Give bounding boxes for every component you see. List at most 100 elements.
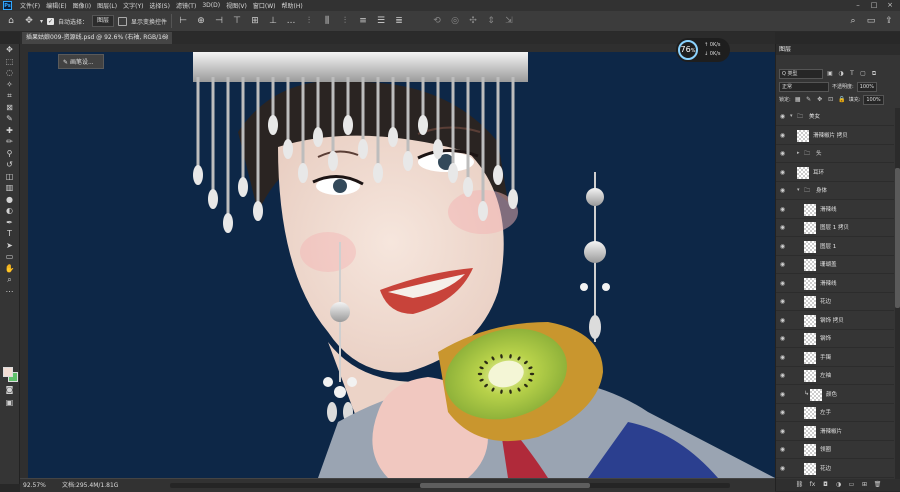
visibility-eye-icon[interactable]: ◉	[779, 391, 786, 398]
layer-name[interactable]: 珊瑚盖	[820, 256, 837, 274]
layer-row[interactable]: ◉ 领圈	[776, 441, 894, 459]
magic-wand-tool-icon[interactable]: ✧	[0, 79, 19, 91]
visibility-eye-icon[interactable]: ◉	[779, 317, 786, 324]
delete-layer-icon[interactable]: 🗑	[874, 481, 882, 489]
foreground-color-swatch[interactable]	[3, 367, 13, 377]
layer-thumbnail[interactable]	[797, 129, 809, 142]
layer-name[interactable]: 美女	[809, 108, 820, 126]
layer-style-icon[interactable]: fx	[809, 481, 817, 489]
quick-mask-icon[interactable]: ◙	[0, 384, 19, 396]
close-tab-icon[interactable]: ×	[164, 32, 169, 44]
layer-group-row[interactable]: ◉ ▸ 🗀 头	[776, 145, 894, 163]
layer-thumbnail[interactable]	[804, 314, 816, 327]
workspace-icon[interactable]: ▭	[864, 14, 878, 28]
align-left-icon[interactable]: ⊢	[176, 14, 190, 28]
type-tool-icon[interactable]: T	[0, 228, 19, 240]
visibility-eye-icon[interactable]: ◉	[779, 372, 786, 379]
show-transform-checkbox[interactable]	[118, 16, 128, 26]
menu-file[interactable]: 文件(F)	[17, 1, 43, 10]
healing-brush-tool-icon[interactable]: ✚	[0, 125, 19, 137]
layer-row[interactable]: ◉ 滑辣椒片 拷贝	[776, 127, 894, 145]
marquee-tool-icon[interactable]: ⬚	[0, 56, 19, 68]
auto-select-dropdown[interactable]: 图层	[92, 15, 115, 27]
visibility-eye-icon[interactable]: ◉	[779, 465, 786, 472]
visibility-eye-icon[interactable]: ◉	[779, 187, 786, 194]
visibility-eye-icon[interactable]: ◉	[779, 150, 786, 157]
distribute-left-icon[interactable]: ⫶	[302, 14, 316, 28]
blend-mode-select[interactable]: 正常	[779, 81, 829, 92]
layer-name[interactable]: 图层 1 拷贝	[820, 219, 849, 237]
home-icon[interactable]: ⌂	[4, 14, 18, 28]
3d-scale-icon[interactable]: ⇲	[502, 14, 516, 28]
lock-all-icon[interactable]: 🔒	[838, 96, 846, 104]
visibility-eye-icon[interactable]: ◉	[779, 243, 786, 250]
hand-tool-icon[interactable]: ✋	[0, 263, 19, 275]
3d-slide-icon[interactable]: ⇕	[484, 14, 498, 28]
status-zoom[interactable]: 92.57%	[23, 479, 46, 492]
menu-image[interactable]: 图像(I)	[70, 1, 94, 10]
menu-window[interactable]: 窗口(W)	[250, 1, 279, 10]
move-tool-icon[interactable]: ✥	[0, 44, 19, 56]
visibility-eye-icon[interactable]: ◉	[779, 280, 786, 287]
new-layer-icon[interactable]: ⊞	[861, 481, 869, 489]
screen-mode-icon[interactable]: ▣	[0, 397, 19, 409]
layer-name[interactable]: 左袖	[820, 367, 831, 385]
eraser-tool-icon[interactable]: ◫	[0, 171, 19, 183]
search-icon[interactable]: ⌕	[846, 14, 860, 28]
layer-thumbnail[interactable]	[804, 351, 816, 364]
visibility-eye-icon[interactable]: ◉	[779, 335, 786, 342]
share-icon[interactable]: ⇪	[882, 14, 896, 28]
layer-thumbnail[interactable]	[804, 444, 816, 456]
visibility-eye-icon[interactable]: ◉	[779, 428, 786, 435]
opacity-input[interactable]: 100%	[856, 81, 877, 92]
brush-tool-icon[interactable]: ✏	[0, 136, 19, 148]
crop-tool-icon[interactable]: ⌗	[0, 90, 19, 102]
status-doc-size[interactable]: 文档:295.4M/1.81G	[62, 479, 118, 492]
layer-row[interactable]: ◉ 花边	[776, 293, 894, 311]
layer-row[interactable]: ◉ 滑辣椒片	[776, 423, 894, 441]
layer-thumbnail[interactable]	[797, 166, 809, 179]
filter-smart-icon[interactable]: ⧉	[870, 70, 878, 78]
filter-adjustment-icon[interactable]: ◑	[837, 70, 845, 78]
lasso-tool-icon[interactable]: ◌	[0, 67, 19, 79]
layer-thumbnail[interactable]	[804, 222, 816, 234]
layer-name[interactable]: 左手	[820, 404, 831, 422]
visibility-eye-icon[interactable]: ◉	[779, 169, 786, 176]
menu-select[interactable]: 选择(S)	[146, 1, 173, 10]
layer-row[interactable]: ◉ 耳环	[776, 164, 894, 182]
layer-name[interactable]: 领圈	[820, 441, 831, 459]
align-middle-icon[interactable]: ⊞	[248, 14, 262, 28]
visibility-eye-icon[interactable]: ◉	[779, 113, 786, 120]
layer-thumbnail[interactable]	[804, 462, 816, 475]
layers-scrollbar-thumb[interactable]	[895, 168, 900, 308]
3d-rotate-icon[interactable]: ⟲	[430, 14, 444, 28]
layer-thumbnail[interactable]	[804, 370, 816, 382]
visibility-eye-icon[interactable]: ◉	[779, 446, 786, 453]
layer-name[interactable]: 钢饰 拷贝	[820, 312, 844, 330]
expand-arrow-right-icon[interactable]: ▸	[797, 150, 803, 157]
visibility-eye-icon[interactable]: ◉	[779, 206, 786, 213]
layer-row[interactable]: ◉ 花边	[776, 460, 894, 478]
layers-scrollbar[interactable]	[895, 108, 900, 479]
layer-group-row[interactable]: ◉ ▾ 🗀 身体	[776, 182, 894, 200]
layer-name[interactable]: 滑辣线	[820, 275, 837, 293]
layer-name[interactable]: 身体	[816, 182, 827, 200]
maximize-icon[interactable]: □	[868, 0, 880, 11]
shape-tool-icon[interactable]: ▭	[0, 251, 19, 263]
layer-name[interactable]: 手镯	[820, 349, 831, 367]
layer-row[interactable]: ◉ 滑辣线	[776, 201, 894, 219]
lock-pixels-icon[interactable]: ✎	[805, 96, 813, 104]
layer-thumbnail[interactable]	[804, 296, 816, 308]
history-brush-tool-icon[interactable]: ↺	[0, 159, 19, 171]
layer-name[interactable]: 钢饰	[820, 330, 831, 348]
new-group-icon[interactable]: ▭	[848, 481, 856, 489]
minimize-icon[interactable]: –	[852, 0, 864, 11]
visibility-eye-icon[interactable]: ◉	[779, 224, 786, 231]
layer-group-row[interactable]: ◉ ▾ 🗀 美女	[776, 108, 894, 126]
zoom-tool-icon[interactable]: ⌕	[0, 274, 19, 286]
layer-name[interactable]: 滑辣椒片 拷贝	[813, 127, 848, 145]
horizontal-scrollbar-thumb[interactable]	[420, 483, 590, 488]
dodge-tool-icon[interactable]: ◐	[0, 205, 19, 217]
layer-thumbnail[interactable]	[804, 240, 816, 253]
align-center-icon[interactable]: ⊕	[194, 14, 208, 28]
